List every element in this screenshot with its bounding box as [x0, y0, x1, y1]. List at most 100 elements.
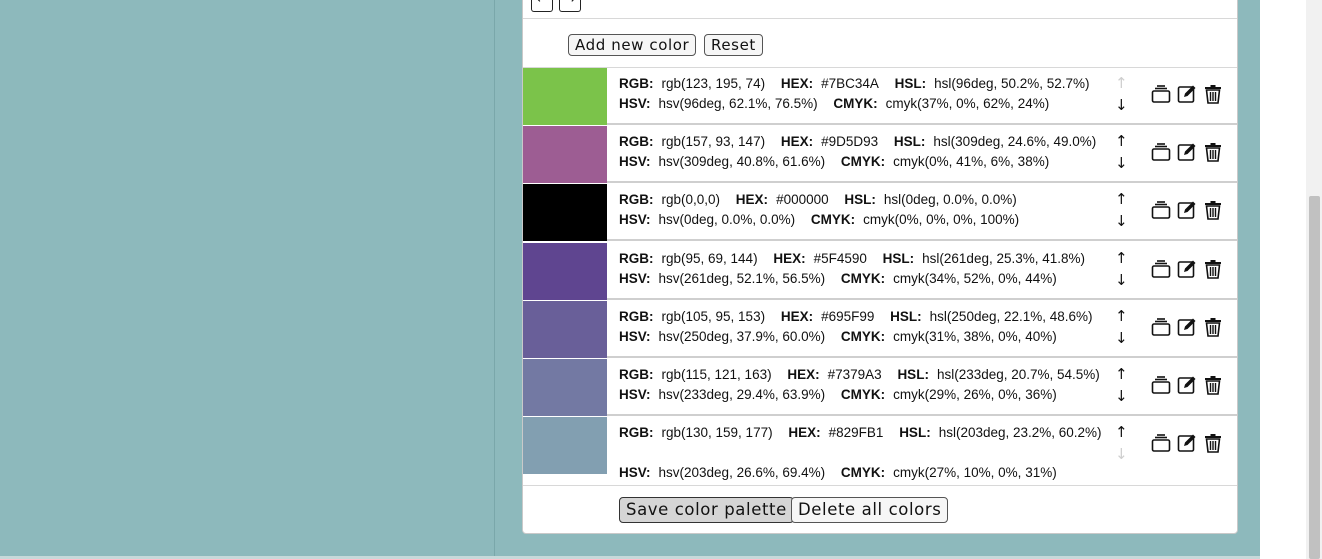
- copy-icon[interactable]: [1151, 84, 1171, 104]
- cmyk-value: cmyk(0%, 41%, 6%, 38%): [893, 154, 1050, 169]
- edit-icon[interactable]: [1177, 84, 1197, 104]
- move-down-arrow-icon[interactable]: ↓: [1115, 329, 1128, 347]
- hsl-label: HSL:: [897, 367, 929, 382]
- trash-icon[interactable]: [1203, 259, 1223, 279]
- rgb-label: RGB:: [619, 251, 654, 266]
- color-values-line-2: HSV: hsv(261deg, 52.1%, 56.5%) CMYK: cmyk(…: [619, 271, 1069, 286]
- color-swatch[interactable]: [523, 359, 607, 416]
- color-row: RGB: rgb(95, 69, 144) HEX: #5F4590 HSL: hsl…: [523, 243, 1237, 300]
- hsl-value: hsl(203deg, 23.2%, 60.2%): [938, 425, 1102, 440]
- hex-value: #7BC34A: [821, 76, 879, 91]
- trash-icon[interactable]: [1203, 84, 1223, 104]
- move-down-arrow-icon[interactable]: ↓: [1115, 154, 1128, 172]
- copy-icon[interactable]: [1151, 317, 1171, 337]
- edit-icon[interactable]: [1177, 375, 1197, 395]
- cmyk-value: cmyk(37%, 0%, 62%, 24%): [885, 96, 1050, 111]
- color-swatch[interactable]: [523, 184, 607, 241]
- move-up-arrow-icon[interactable]: ↑: [1115, 132, 1128, 150]
- rgb-label: RGB:: [619, 425, 654, 440]
- move-down-arrow-icon[interactable]: ↓: [1115, 387, 1128, 405]
- hex-label: HEX:: [735, 192, 769, 207]
- color-palette-panel: ← → Add new color Reset RGB: rgb(123, 195…: [522, 0, 1238, 534]
- trash-icon[interactable]: [1203, 433, 1223, 453]
- move-up-arrow-icon[interactable]: ↑: [1115, 365, 1128, 383]
- cmyk-label: CMYK:: [840, 271, 886, 286]
- color-row: RGB: rgb(0,0,0) HEX: #000000 HSL: hsl(0deg,…: [523, 184, 1237, 241]
- move-down-arrow-icon[interactable]: ↓: [1115, 96, 1128, 114]
- color-values-line-1: RGB: rgb(115, 121, 163) HEX: #7379A3 HSL: h…: [619, 367, 1112, 382]
- color-values-line-2: HSV: hsv(309deg, 40.8%, 61.6%) CMYK: cmyk(…: [619, 154, 1061, 169]
- reset-button[interactable]: Reset: [704, 34, 763, 56]
- color-values-line-2: HSV: hsv(233deg, 29.4%, 63.9%) CMYK: cmyk(…: [619, 387, 1069, 402]
- trash-icon[interactable]: [1203, 142, 1223, 162]
- prev-button[interactable]: ←: [531, 0, 553, 12]
- color-swatch[interactable]: [523, 301, 607, 358]
- color-swatch[interactable]: [523, 126, 607, 183]
- hsv-label: HSV:: [619, 387, 651, 402]
- color-swatch[interactable]: [523, 417, 607, 474]
- hex-value: #000000: [776, 192, 829, 207]
- rgb-value: rgb(95, 69, 144): [661, 251, 758, 266]
- hsl-label: HSL:: [882, 251, 915, 266]
- move-up-arrow-icon[interactable]: ↑: [1115, 190, 1128, 208]
- move-down-arrow-icon[interactable]: ↓: [1115, 445, 1128, 463]
- edit-icon[interactable]: [1177, 317, 1197, 337]
- color-values-line-1: RGB: rgb(0,0,0) HEX: #000000 HSL: hsl(0deg,…: [619, 192, 1029, 207]
- move-down-arrow-icon[interactable]: ↓: [1115, 212, 1128, 230]
- hsl-value: hsl(96deg, 50.2%, 52.7%): [934, 76, 1090, 91]
- hsv-value: hsv(203deg, 26.6%, 69.4%): [658, 465, 826, 480]
- move-up-arrow-icon[interactable]: ↑: [1115, 249, 1128, 267]
- trash-icon[interactable]: [1203, 375, 1223, 395]
- hsl-label: HSL:: [844, 192, 876, 207]
- move-up-arrow-icon[interactable]: ↑: [1115, 423, 1128, 441]
- copy-icon[interactable]: [1151, 200, 1171, 220]
- rgb-value: rgb(105, 95, 153): [661, 309, 766, 324]
- hsv-value: hsv(309deg, 40.8%, 61.6%): [658, 154, 826, 169]
- color-swatch[interactable]: [523, 243, 607, 300]
- color-swatch[interactable]: [523, 68, 607, 125]
- hsl-value: hsl(261deg, 25.3%, 41.8%): [922, 251, 1086, 266]
- hex-value: #5F4590: [813, 251, 867, 266]
- rgb-value: rgb(0,0,0): [661, 192, 721, 207]
- hsv-label: HSV:: [619, 212, 651, 227]
- copy-icon[interactable]: [1151, 375, 1171, 395]
- hex-label: HEX:: [780, 309, 814, 324]
- rgb-value: rgb(115, 121, 163): [661, 367, 772, 382]
- copy-icon[interactable]: [1151, 433, 1171, 453]
- divider: [523, 18, 1237, 19]
- scrollbar-thumb[interactable]: [1309, 196, 1320, 559]
- hsv-label: HSV:: [619, 271, 651, 286]
- next-button[interactable]: →: [559, 0, 581, 12]
- edit-icon[interactable]: [1177, 259, 1197, 279]
- move-up-arrow-icon[interactable]: ↑: [1115, 74, 1128, 92]
- hsv-value: hsv(233deg, 29.4%, 63.9%): [658, 387, 826, 402]
- hex-value: #695F99: [821, 309, 875, 324]
- delete-all-colors-button[interactable]: Delete all colors: [791, 497, 949, 523]
- hsl-value: hsl(250deg, 22.1%, 48.6%): [929, 309, 1093, 324]
- move-down-arrow-icon[interactable]: ↓: [1115, 271, 1128, 289]
- edit-icon[interactable]: [1177, 142, 1197, 162]
- trash-icon[interactable]: [1203, 317, 1223, 337]
- hsl-value: hsl(233deg, 20.7%, 54.5%): [936, 367, 1100, 382]
- cmyk-label: CMYK:: [840, 387, 886, 402]
- color-values-line-2: HSV: hsv(203deg, 26.6%, 69.4%) CMYK: cmyk(…: [619, 465, 1069, 480]
- save-color-palette-button[interactable]: Save color palette: [619, 497, 794, 523]
- cmyk-value: cmyk(29%, 26%, 0%, 36%): [893, 387, 1057, 402]
- hsv-value: hsv(0deg, 0.0%, 0.0%): [658, 212, 796, 227]
- color-row: RGB: rgb(130, 159, 177) HEX: #829FB1 HSL: h…: [523, 417, 1237, 485]
- color-values-line-1: RGB: rgb(105, 95, 153) HEX: #695F99 HSL: hs…: [619, 309, 1105, 324]
- edit-icon[interactable]: [1177, 433, 1197, 453]
- trash-icon[interactable]: [1203, 200, 1223, 220]
- edit-icon[interactable]: [1177, 200, 1197, 220]
- rgb-value: rgb(123, 195, 74): [661, 76, 766, 91]
- copy-icon[interactable]: [1151, 142, 1171, 162]
- cmyk-label: CMYK:: [840, 465, 886, 480]
- hex-label: HEX:: [780, 76, 814, 91]
- cmyk-value: cmyk(27%, 10%, 0%, 31%): [893, 465, 1057, 480]
- cmyk-label: CMYK:: [810, 212, 856, 227]
- copy-icon[interactable]: [1151, 259, 1171, 279]
- hex-label: HEX:: [787, 367, 820, 382]
- hsl-label: HSL:: [890, 309, 922, 324]
- move-up-arrow-icon[interactable]: ↑: [1115, 307, 1128, 325]
- add-new-color-button[interactable]: Add new color: [568, 34, 697, 56]
